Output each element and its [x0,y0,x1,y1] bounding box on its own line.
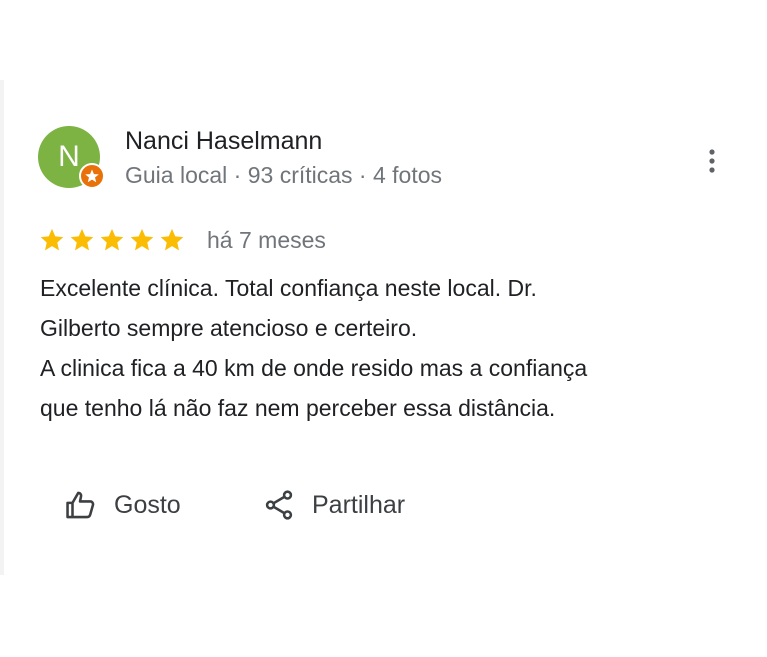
review-text-line: que tenho lá não faz nem perceber essa d… [40,395,556,421]
share-icon [265,490,293,520]
share-label: Partilhar [312,490,406,519]
like-label: Gosto [114,490,181,519]
review-date: há 7 meses [207,227,326,253]
panel-edge [0,80,4,575]
reviewer-name[interactable]: Nanci Haselmann [125,127,322,156]
review-text-line: Gilberto sempre atencioso e certeiro. [40,315,418,341]
star-icon [130,228,154,251]
star-icon [100,228,124,251]
more-vertical-icon [709,149,715,173]
like-button[interactable]: Gosto [64,485,181,525]
more-options-button[interactable] [697,146,727,176]
review-text-line: Excelente clínica. Total confiança neste… [40,275,537,301]
review-text-line: A clinica fica a 40 km de onde resido ma… [40,355,588,381]
star-rating [38,226,186,254]
avatar-initial: N [58,140,80,173]
star-icon [70,228,94,251]
reviewer-meta: Guia local · 93 críticas · 4 fotos [125,162,443,188]
thumbs-up-icon [66,491,95,519]
star-icon [40,228,64,251]
local-guide-badge-icon [79,163,105,189]
share-button[interactable]: Partilhar [262,485,405,525]
star-icon [160,228,184,251]
review-text: Excelente clínica. Total confiança neste… [40,268,740,428]
